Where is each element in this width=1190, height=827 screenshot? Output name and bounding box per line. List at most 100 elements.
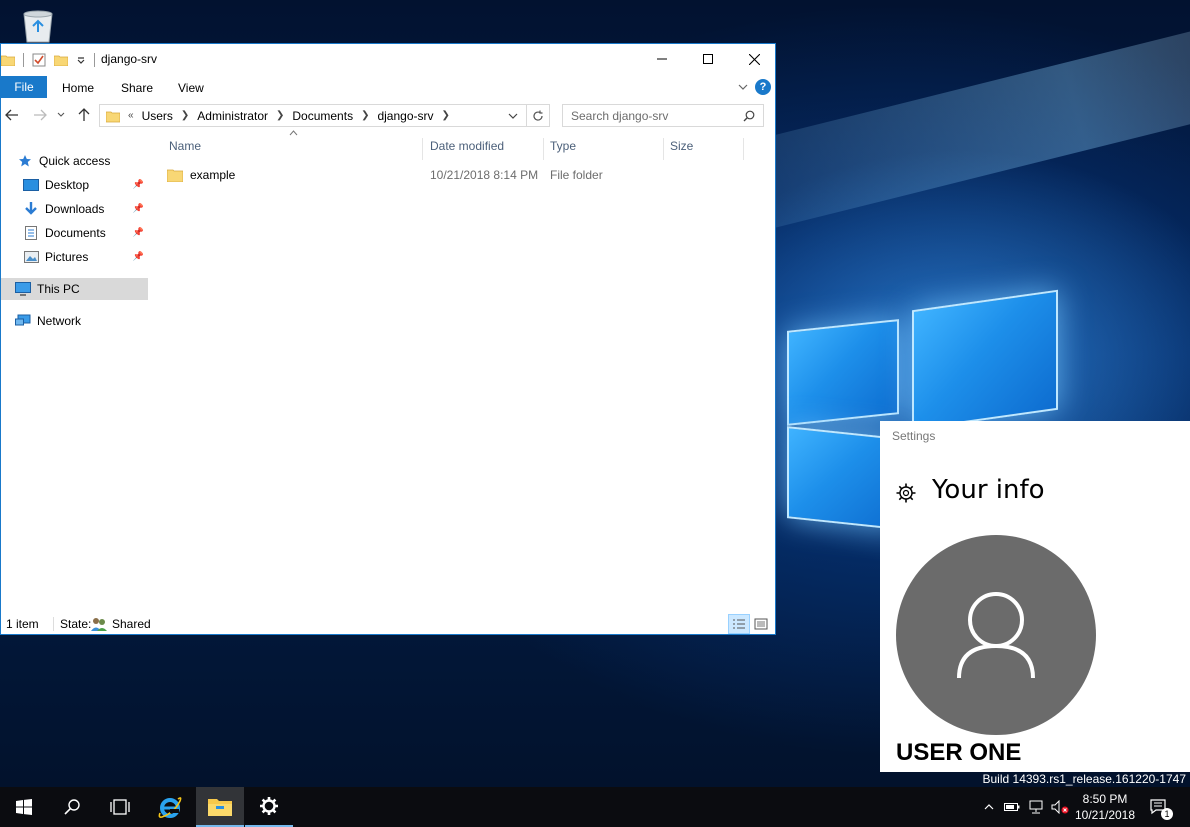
ribbon: File Home Share View ?	[1, 74, 775, 98]
file-explorer-taskbar-button[interactable]	[196, 787, 244, 827]
help-icon[interactable]: ?	[755, 79, 771, 95]
breadcrumb-separator-icon[interactable]: ❯	[181, 110, 189, 121]
divider	[94, 53, 95, 67]
details-view-icon	[733, 619, 745, 629]
star-icon	[17, 154, 33, 168]
build-watermark: Build 14393.rs1_release.161220-1747	[982, 772, 1187, 786]
show-hidden-icons-button[interactable]	[980, 787, 998, 827]
refresh-icon[interactable]	[532, 110, 544, 122]
nav-quick-access[interactable]: Quick access	[1, 150, 148, 172]
network-icon	[1029, 800, 1043, 814]
computer-icon	[15, 282, 31, 296]
search-button[interactable]	[48, 787, 96, 827]
settings-taskbar-button[interactable]	[245, 787, 293, 827]
new-folder-icon[interactable]	[54, 54, 68, 66]
nav-downloads[interactable]: Downloads 📌	[1, 198, 148, 220]
properties-icon[interactable]	[32, 53, 46, 67]
clock[interactable]: 8:50 PM 10/21/2018	[1072, 791, 1138, 823]
download-arrow-icon	[23, 202, 39, 216]
forward-arrow-icon	[34, 109, 47, 121]
breadcrumb-separator-icon[interactable]: ❯	[361, 110, 369, 121]
column-header-size[interactable]: Size	[664, 138, 744, 160]
address-bar[interactable]: « Users ❯ Administrator ❯ Documents ❯ dj…	[99, 104, 550, 127]
volume-button[interactable]	[1050, 787, 1070, 827]
column-header-name[interactable]: Name	[163, 138, 423, 160]
pin-icon[interactable]: 📌	[133, 179, 144, 190]
notification-count-badge: 1	[1161, 808, 1173, 820]
shared-users-icon	[91, 618, 107, 631]
quick-access-toolbar	[1, 51, 103, 69]
item-count: 1 item	[6, 617, 39, 631]
tab-file[interactable]: File	[1, 76, 47, 98]
start-button[interactable]	[0, 787, 48, 827]
nav-documents[interactable]: Documents 📌	[1, 222, 148, 244]
title-bar[interactable]: django-srv	[1, 44, 775, 74]
minimize-icon	[657, 58, 667, 60]
folder-icon	[106, 111, 120, 122]
file-explorer-icon	[208, 799, 232, 816]
nav-this-pc[interactable]: This PC	[1, 278, 148, 300]
search-icon[interactable]	[743, 110, 755, 122]
network-icon	[15, 314, 31, 328]
page-title: Your info	[932, 475, 1045, 505]
column-header-date-modified[interactable]: Date modified	[424, 138, 544, 160]
large-icons-view-icon	[754, 618, 768, 630]
search-input[interactable]: Search django-srv	[562, 104, 764, 127]
breadcrumb-documents[interactable]: Documents	[292, 109, 353, 123]
battery-button[interactable]	[1003, 787, 1021, 827]
details-view-button[interactable]	[728, 614, 750, 634]
nav-pictures[interactable]: Pictures 📌	[1, 246, 148, 268]
network-tray-button[interactable]	[1027, 787, 1045, 827]
internet-explorer-button[interactable]	[146, 787, 194, 827]
task-view-icon	[110, 799, 130, 815]
tab-share[interactable]: Share	[121, 77, 153, 99]
recent-locations-button[interactable]	[55, 106, 67, 124]
minimize-button[interactable]	[639, 44, 685, 74]
pin-icon[interactable]: 📌	[133, 251, 144, 262]
breadcrumb-separator-icon[interactable]: ❯	[276, 110, 284, 121]
column-header-type[interactable]: Type	[544, 138, 664, 160]
pin-icon[interactable]: 📌	[133, 227, 144, 238]
address-history-chevron-icon[interactable]	[508, 112, 518, 120]
gear-icon	[260, 797, 278, 815]
nav-network[interactable]: Network	[1, 310, 148, 332]
tab-home[interactable]: Home	[62, 77, 94, 99]
user-icon	[957, 592, 1035, 679]
maximize-button[interactable]	[685, 44, 731, 74]
nav-label: Network	[37, 314, 82, 328]
settings-app-name: Settings	[892, 429, 936, 443]
file-explorer-window: django-srv File Home Share View ? « User…	[0, 43, 776, 635]
nav-desktop[interactable]: Desktop 📌	[1, 174, 148, 196]
breadcrumb-django-srv[interactable]: django-srv	[377, 109, 433, 123]
divider	[23, 53, 24, 67]
overflow-breadcrumb[interactable]: «	[128, 110, 134, 121]
user-name: USER ONE	[896, 739, 1022, 766]
settings-window: Settings Your info USER ONE	[880, 421, 1190, 772]
pin-icon[interactable]: 📌	[133, 203, 144, 214]
state-value: Shared	[112, 617, 151, 631]
up-button[interactable]	[75, 106, 93, 124]
large-icons-view-button[interactable]	[750, 614, 772, 634]
sort-ascending-icon	[289, 130, 298, 136]
taskbar: 8:50 PM 10/21/2018 1	[0, 787, 1190, 827]
breadcrumb-users[interactable]: Users	[142, 109, 173, 123]
close-button[interactable]	[731, 44, 777, 74]
forward-button[interactable]	[31, 106, 49, 124]
maximize-icon	[703, 54, 713, 64]
avatar[interactable]	[896, 535, 1096, 735]
navigation-pane: Quick access Desktop 📌 Downloads 📌 Docum…	[1, 144, 149, 614]
breadcrumb-separator-icon[interactable]: ❯	[442, 110, 450, 121]
table-row[interactable]: example 10/21/2018 8:14 PM File folder	[167, 166, 767, 184]
customize-toolbar-chevron-icon[interactable]	[76, 55, 86, 65]
recycle-bin-icon[interactable]	[18, 8, 58, 44]
task-view-button[interactable]	[96, 787, 144, 827]
up-arrow-icon	[78, 108, 90, 121]
chevron-down-icon	[57, 112, 65, 117]
nav-label: Quick access	[39, 154, 111, 168]
tab-view[interactable]: View	[178, 77, 204, 99]
action-center-button[interactable]: 1	[1146, 787, 1173, 827]
breadcrumb-administrator[interactable]: Administrator	[197, 109, 268, 123]
expand-ribbon-chevron-icon[interactable]	[738, 83, 748, 91]
folder-icon	[167, 169, 183, 182]
back-button[interactable]	[3, 106, 21, 124]
